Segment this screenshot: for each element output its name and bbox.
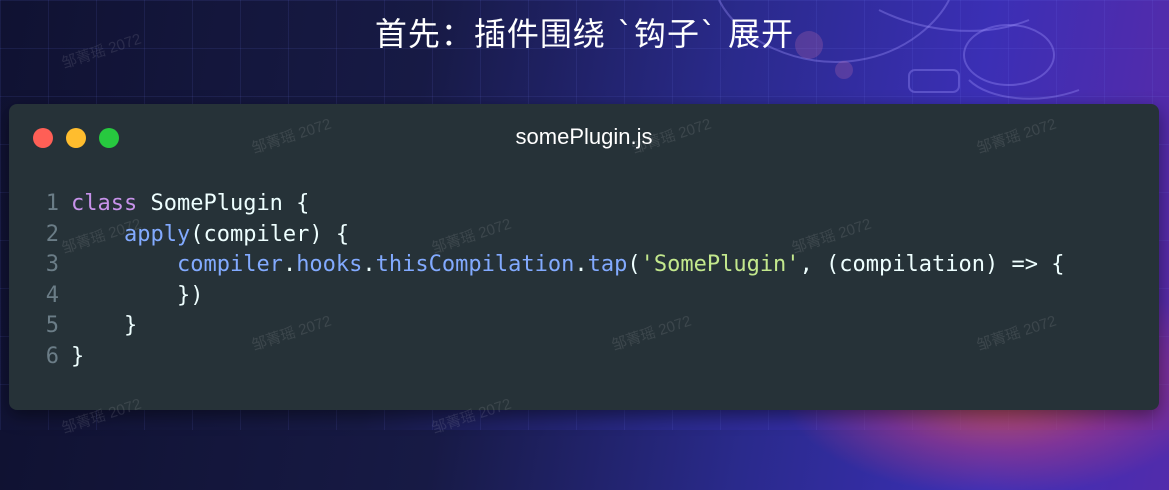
code-token: (compiler) { bbox=[190, 221, 350, 247]
code-block: 1 class SomePlugin {2 apply(compiler) {3 … bbox=[9, 189, 1159, 372]
window-titlebar: somePlugin.js bbox=[9, 104, 1159, 170]
code-token: ( bbox=[627, 252, 641, 277]
slide-title: 首先：插件围绕 `钩子` 展开 bbox=[374, 15, 795, 53]
line-number: 5 bbox=[45, 313, 59, 338]
line-content: class SomePlugin { bbox=[71, 189, 309, 220]
file-name: somePlugin.js bbox=[515, 124, 653, 149]
code-token: tap bbox=[587, 252, 628, 277]
line-number: 4 bbox=[45, 282, 59, 308]
code-token: . bbox=[362, 252, 376, 277]
code-token: hooks bbox=[296, 252, 363, 277]
code-line: 1 class SomePlugin { bbox=[9, 189, 1159, 220]
code-token: . bbox=[574, 252, 588, 277]
code-line: 5 } bbox=[9, 311, 1159, 342]
line-number: 3 bbox=[45, 252, 59, 277]
line-content: compiler.hooks.thisCompilation.tap('Some… bbox=[71, 250, 1065, 281]
line-number: 6 bbox=[45, 343, 59, 369]
code-token: , (compilation) => { bbox=[799, 252, 1065, 277]
code-token: thisCompilation bbox=[375, 252, 575, 277]
line-number: 1 bbox=[45, 191, 59, 216]
code-line: 2 apply(compiler) { bbox=[9, 220, 1159, 251]
line-content: } bbox=[71, 342, 84, 373]
code-token: } bbox=[71, 313, 138, 338]
code-token: }) bbox=[71, 282, 204, 308]
code-token: 'SomePlugin' bbox=[640, 252, 800, 277]
code-token: class bbox=[71, 191, 138, 216]
code-line: 3 compiler.hooks.thisCompilation.tap('So… bbox=[9, 250, 1159, 281]
code-line: 4 }) bbox=[9, 281, 1159, 312]
line-content: }) bbox=[71, 281, 204, 312]
code-token: compiler bbox=[176, 252, 283, 277]
code-window: somePlugin.js 1 class SomePlugin {2 apply… bbox=[9, 104, 1159, 410]
line-content: } bbox=[71, 311, 137, 342]
code-token: SomePlugin { bbox=[137, 191, 310, 216]
code-token: apply bbox=[123, 221, 191, 247]
code-token: . bbox=[282, 252, 297, 277]
code-token: } bbox=[71, 343, 85, 369]
line-number: 2 bbox=[45, 221, 59, 247]
line-content: apply(compiler) { bbox=[71, 220, 349, 251]
code-line: 6} bbox=[9, 342, 1159, 373]
